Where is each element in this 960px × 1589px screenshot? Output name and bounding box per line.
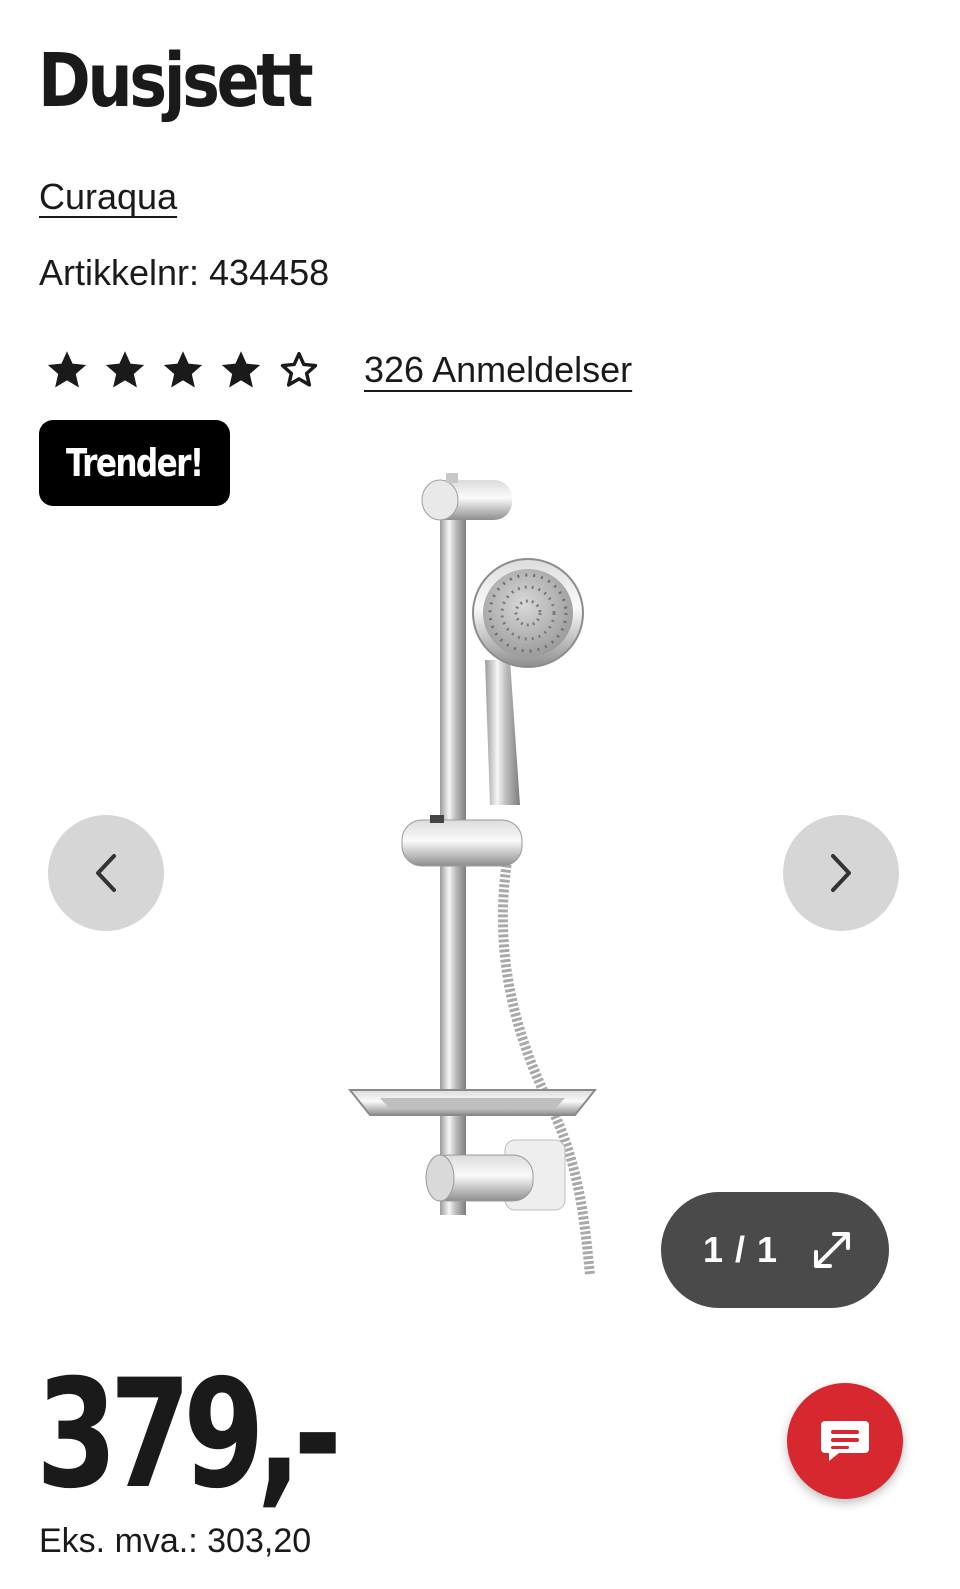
brand-link[interactable]: Curaqua: [39, 176, 177, 218]
expand-icon: [814, 1232, 851, 1268]
chevron-left-icon: [96, 854, 116, 892]
gallery-fullscreen-button[interactable]: 1 / 1: [661, 1192, 889, 1308]
star-filled-icon: [221, 351, 261, 388]
star-filled-icon: [47, 351, 87, 388]
product-price: 379,-: [36, 1348, 342, 1522]
chat-icon: [821, 1421, 869, 1461]
star-filled-icon: [163, 351, 203, 388]
next-image-button[interactable]: [783, 815, 899, 931]
rating[interactable]: 326 Anmeldelser: [44, 344, 632, 396]
trending-badge: Trender!: [39, 420, 230, 506]
star-outline-icon: [280, 351, 318, 387]
image-counter: 1 / 1: [703, 1229, 779, 1270]
reviews-link[interactable]: 326 Anmeldelser: [364, 349, 632, 391]
chat-button[interactable]: [787, 1383, 903, 1499]
previous-image-button[interactable]: [48, 815, 164, 931]
chevron-right-icon: [831, 854, 851, 892]
badge-label: Trender!: [66, 441, 204, 485]
price-ex-vat: Eks. mva.: 303,20: [39, 1522, 312, 1560]
article-number: Artikkelnr: 434458: [39, 252, 330, 293]
star-filled-icon: [105, 351, 145, 388]
product-image[interactable]: [340, 465, 610, 1285]
product-title: Dusjsett: [38, 38, 314, 124]
